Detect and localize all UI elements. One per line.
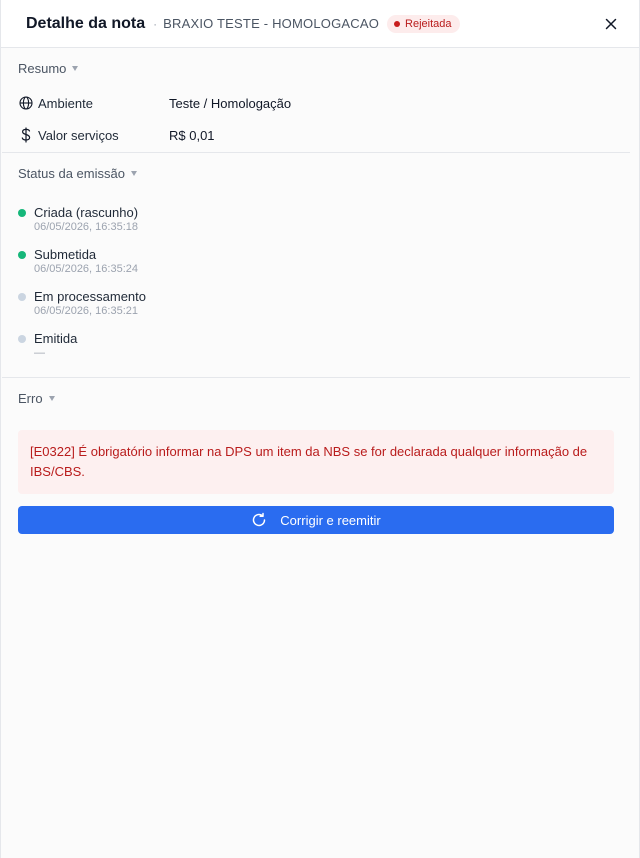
status-badge-label: Rejeitada — [405, 17, 452, 30]
environment-value: Teste / Homologação — [169, 96, 292, 111]
step-time: 06/05/2026, 16:35:24 — [34, 263, 138, 275]
step-pending-icon — [18, 293, 26, 301]
globe-icon — [18, 95, 34, 111]
step-time: 06/05/2026, 16:35:18 — [34, 221, 138, 233]
step-label: Em processamento — [34, 289, 146, 304]
status-dot-icon — [394, 20, 401, 27]
page-title: Detalhe da nota — [26, 14, 146, 32]
dollar-icon — [18, 127, 34, 143]
emission-status-section-toggle[interactable]: Status da emissão — [18, 163, 137, 183]
summary-row-service-value: Valor serviços — [18, 127, 119, 143]
close-icon — [605, 18, 617, 29]
step-pending-icon — [18, 335, 26, 343]
step-label: Emitida — [34, 331, 78, 346]
summary-heading: Resumo — [18, 60, 67, 76]
step-label: Criada (rascunho) — [34, 205, 139, 220]
fix-and-reissue-button[interactable]: Corrigir e reemitir — [18, 506, 614, 534]
caret-down-icon — [130, 171, 137, 176]
caret-down-icon — [72, 66, 79, 71]
error-message-box: [E0322] É obrigatório informar na DPS um… — [18, 430, 614, 494]
status-badge: Rejeitada — [387, 14, 460, 33]
title-separator: · — [153, 16, 158, 31]
service-value-label: Valor serviços — [38, 127, 119, 143]
divider — [2, 377, 630, 378]
environment-label: Ambiente — [38, 95, 93, 111]
step-label: Submetida — [34, 247, 97, 262]
company-name: BRAXIO TESTE - HOMOLOGACAO — [163, 16, 380, 31]
error-message: [E0322] É obrigatório informar na DPS um… — [30, 444, 588, 479]
divider — [2, 152, 630, 153]
error-heading: Erro — [18, 390, 43, 406]
note-detail-panel: Detalhe da nota · BRAXIO TESTE - HOMOLOG… — [0, 0, 640, 858]
step-complete-icon — [18, 209, 26, 217]
step-time: — — [34, 347, 45, 359]
refresh-icon — [253, 512, 266, 527]
fix-and-reissue-label: Corrigir e reemitir — [280, 512, 381, 528]
summary-row-environment: Ambiente — [18, 95, 93, 111]
panel-header: Detalhe da nota · BRAXIO TESTE - HOMOLOG… — [1, 0, 639, 48]
step-complete-icon — [18, 251, 26, 259]
emission-status-heading: Status da emissão — [18, 165, 125, 181]
service-value: R$ 0,01 — [169, 128, 215, 143]
close-button[interactable] — [599, 12, 623, 36]
summary-section-toggle[interactable]: Resumo — [18, 58, 79, 78]
error-section-toggle[interactable]: Erro — [18, 388, 55, 408]
caret-down-icon — [48, 396, 55, 401]
step-time: 06/05/2026, 16:35:21 — [34, 305, 138, 317]
